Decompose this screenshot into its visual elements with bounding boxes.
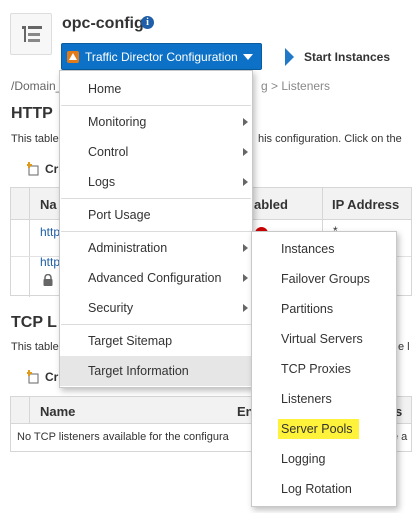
http-listeners-desc-tail: his configuration. Click on the xyxy=(258,133,402,145)
traffic-director-icon xyxy=(67,50,79,63)
submenu-item-tcp-proxies[interactable]: TCP Proxies xyxy=(252,354,396,384)
traffic-director-configuration-menu-button[interactable]: Traffic Director Configuration xyxy=(61,43,262,70)
create-plus-icon xyxy=(26,370,41,384)
submenu-item-log-rotation[interactable]: Log Rotation xyxy=(252,474,396,504)
train-arrow-icon xyxy=(285,48,294,66)
menu-item-administration[interactable]: Administration xyxy=(60,233,252,263)
submenu-arrow-icon xyxy=(243,274,248,282)
menu-item-port-usage[interactable]: Port Usage xyxy=(60,200,252,230)
breadcrumb-current: g > Listeners xyxy=(261,79,331,93)
menu-item-security[interactable]: Security xyxy=(60,293,252,323)
column-header-ip-address[interactable]: IP Address xyxy=(332,197,399,212)
administration-submenu: Instances Failover Groups Partitions Vir… xyxy=(251,231,397,507)
chevron-down-icon xyxy=(243,53,253,60)
submenu-arrow-icon xyxy=(243,118,248,126)
tcp-create-button[interactable]: Cr xyxy=(26,370,58,384)
tcp-listeners-desc-tail: e l xyxy=(398,341,410,353)
submenu-arrow-icon xyxy=(243,148,248,156)
menu-item-monitoring[interactable]: Monitoring xyxy=(60,107,252,137)
tcp-listeners-title: TCP L xyxy=(11,314,57,331)
configuration-dropdown-menu: Home Monitoring Control Logs Port Usage … xyxy=(59,70,253,388)
info-icon[interactable]: i xyxy=(141,16,154,29)
submenu-item-listeners[interactable]: Listeners xyxy=(252,384,396,414)
column-header-name[interactable]: Name xyxy=(40,404,75,419)
menu-button-label: Traffic Director Configuration xyxy=(85,49,238,64)
table-row-name-link[interactable]: http xyxy=(40,255,60,269)
highlighted-label: Server Pools xyxy=(278,419,359,439)
lock-icon xyxy=(43,274,53,286)
create-plus-icon xyxy=(26,162,41,176)
empty-table-message: No TCP listeners available for the confi… xyxy=(17,431,229,443)
breadcrumb: /Domain_ xyxy=(11,79,62,93)
submenu-item-server-pools[interactable]: Server Pools xyxy=(252,414,396,444)
menu-item-advanced-configuration[interactable]: Advanced Configuration xyxy=(60,263,252,293)
column-header-enabled[interactable]: abled xyxy=(254,197,288,212)
http-listeners-desc: This table xyxy=(11,133,59,145)
submenu-item-virtual-servers[interactable]: Virtual Servers xyxy=(252,324,396,354)
submenu-arrow-icon xyxy=(243,178,248,186)
submenu-item-partitions[interactable]: Partitions xyxy=(252,294,396,324)
menu-item-logs[interactable]: Logs xyxy=(60,167,252,197)
menu-item-target-information[interactable]: Target Information xyxy=(60,356,252,386)
menu-item-control[interactable]: Control xyxy=(60,137,252,167)
column-header-name[interactable]: Na xyxy=(40,197,57,212)
start-instances-link[interactable]: Start Instances xyxy=(304,50,390,64)
submenu-item-logging[interactable]: Logging xyxy=(252,444,396,474)
breadcrumb-domain-link[interactable]: /Domain_ xyxy=(11,79,62,93)
submenu-item-failover-groups[interactable]: Failover Groups xyxy=(252,264,396,294)
submenu-item-instances[interactable]: Instances xyxy=(252,234,396,264)
http-create-button[interactable]: Cr xyxy=(26,162,58,176)
table-row-name-link[interactable]: http xyxy=(40,225,60,239)
submenu-arrow-icon xyxy=(243,244,248,252)
target-type-icon xyxy=(10,13,52,55)
http-listeners-title: HTTP xyxy=(11,105,53,122)
submenu-arrow-icon xyxy=(243,304,248,312)
menu-item-home[interactable]: Home xyxy=(60,74,252,104)
menu-item-target-sitemap[interactable]: Target Sitemap xyxy=(60,326,252,356)
tcp-listeners-desc: This table xyxy=(11,341,59,353)
page-title: opc-config xyxy=(62,15,144,32)
